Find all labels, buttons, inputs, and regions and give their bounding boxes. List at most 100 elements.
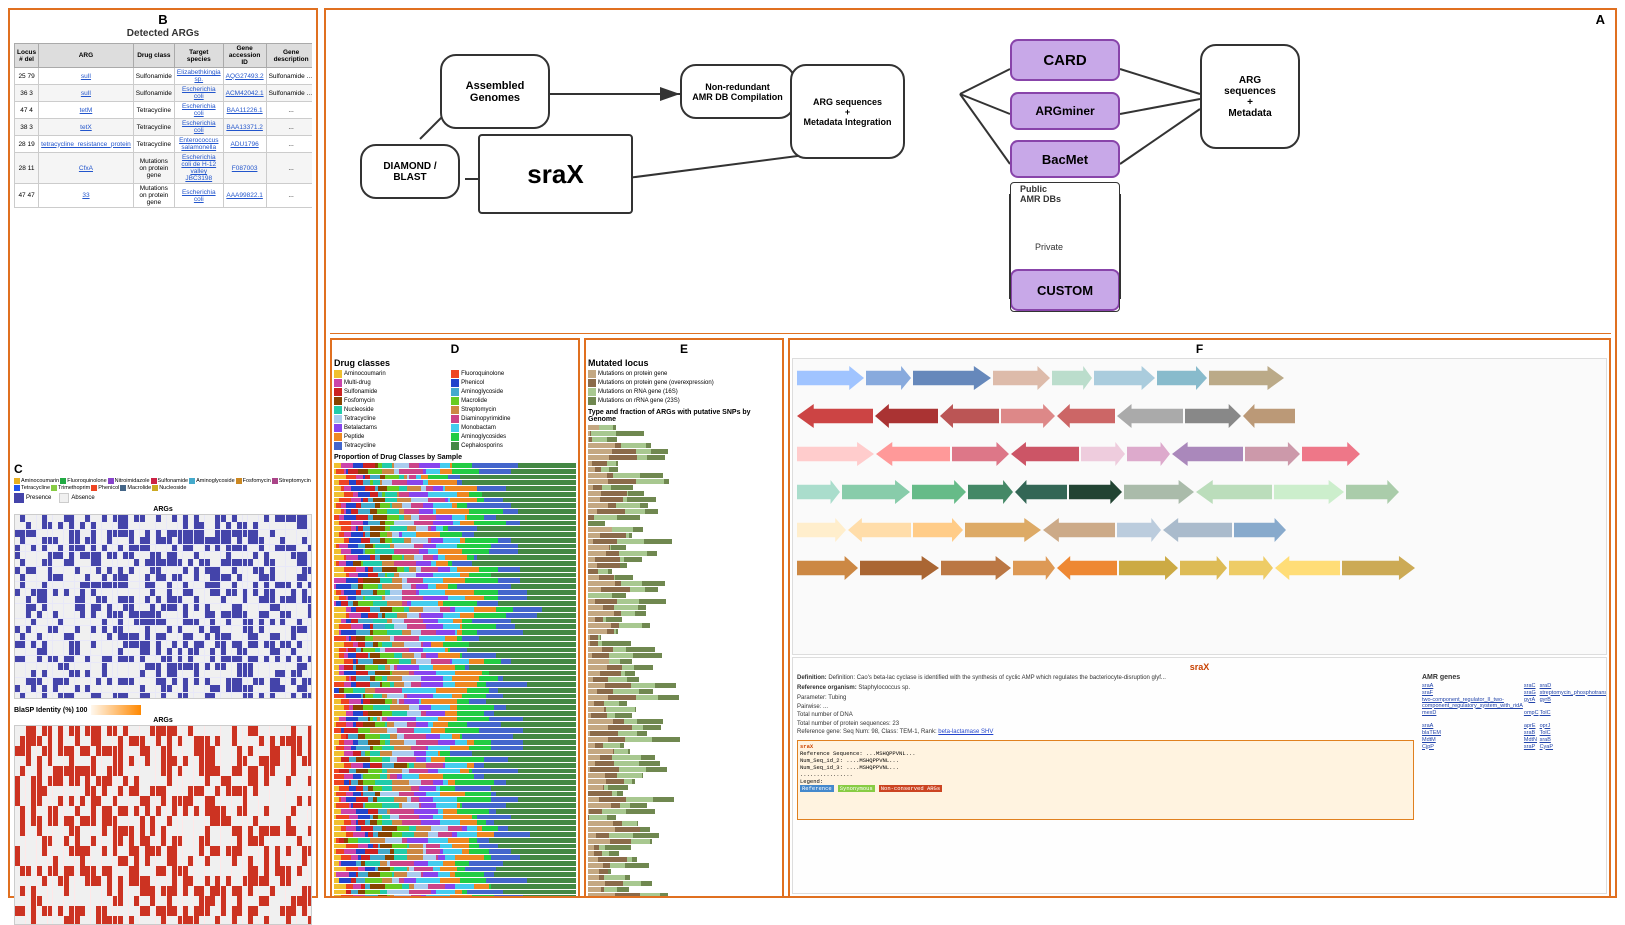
heatmap-cell bbox=[37, 545, 42, 552]
bar-segment bbox=[404, 619, 423, 624]
e-bar-segment bbox=[588, 803, 611, 808]
heatmap-cell bbox=[297, 604, 302, 611]
e-bar-row bbox=[588, 545, 780, 550]
heatmap-cell bbox=[15, 626, 20, 633]
heatmap-cell bbox=[253, 726, 258, 736]
amr-gene-item[interactable]: oprJ bbox=[1540, 723, 1607, 729]
amr-gene-item[interactable]: MdtN bbox=[1524, 737, 1539, 743]
heatmap-cell bbox=[145, 596, 150, 603]
cell-accession[interactable]: BAA13371.2 bbox=[223, 119, 266, 136]
amr-gene-item[interactable]: sraA bbox=[1422, 723, 1523, 729]
heatmap-cell bbox=[42, 619, 47, 626]
heatmap-cell bbox=[150, 611, 155, 618]
amr-gene-item[interactable]: sraB bbox=[1540, 737, 1607, 743]
amr-gene-item[interactable]: MdtM bbox=[1422, 737, 1523, 743]
bar-segment bbox=[433, 665, 455, 670]
amr-gene-item[interactable]: sraF bbox=[1422, 690, 1523, 696]
gene-arrow bbox=[1302, 442, 1360, 466]
heatmap-cell bbox=[118, 796, 123, 806]
amr-gene-item[interactable]: blaTEM bbox=[1422, 730, 1523, 736]
bar-segment bbox=[365, 642, 372, 647]
heatmap-cell bbox=[275, 648, 280, 655]
cell-accession[interactable]: ACM42042.1 bbox=[223, 85, 266, 102]
amr-gene-item[interactable]: sraP bbox=[1524, 744, 1539, 750]
heatmap-cell bbox=[118, 663, 123, 670]
bar-segment bbox=[433, 722, 448, 727]
cell-accession[interactable]: AAA99822.1 bbox=[223, 184, 266, 208]
heatmap-cell bbox=[215, 678, 220, 685]
bar-segment bbox=[474, 532, 576, 537]
amr-gene-item[interactable]: CyaP bbox=[1540, 744, 1607, 750]
amr-gene-item[interactable]: sraC bbox=[1524, 683, 1539, 689]
heatmap-cell bbox=[194, 866, 199, 876]
heatmap-cell bbox=[221, 746, 226, 756]
cell-accession[interactable]: AQG27493.2 bbox=[223, 68, 266, 85]
cell-accession[interactable]: BAA11226.1 bbox=[223, 102, 266, 119]
bar-segment bbox=[421, 682, 443, 687]
heatmap-cell bbox=[80, 746, 85, 756]
amr-gene-item[interactable]: two-component_regulator_II_two-component… bbox=[1422, 697, 1523, 709]
heatmap-cell bbox=[308, 726, 312, 736]
bar-segment bbox=[440, 792, 464, 797]
amr-gene-item[interactable]: sraD bbox=[1540, 683, 1607, 689]
amr-gene-item[interactable]: mexD bbox=[1422, 710, 1523, 722]
amr-gene-item[interactable]: sraB bbox=[1524, 730, 1539, 736]
bar-segment bbox=[344, 659, 354, 664]
heatmap-cell bbox=[280, 663, 285, 670]
heatmap-cell bbox=[248, 836, 253, 846]
heatmap-cell bbox=[210, 846, 215, 856]
heatmap-cell bbox=[172, 589, 177, 596]
heatmap-cell bbox=[270, 886, 275, 896]
heatmap-cell bbox=[75, 796, 80, 806]
heatmap-cell bbox=[270, 537, 275, 544]
heatmap-cell bbox=[167, 886, 172, 896]
amr-gene-item[interactable]: TolC bbox=[1540, 730, 1607, 736]
heatmap-cell bbox=[118, 522, 123, 529]
heatmap-cell bbox=[58, 916, 63, 925]
heatmap-cell bbox=[291, 567, 296, 574]
amr-gene-item[interactable]: gyrA bbox=[1524, 697, 1539, 709]
heatmap-cell bbox=[259, 736, 264, 746]
bar-segment bbox=[423, 503, 433, 508]
heatmap-cell bbox=[215, 663, 220, 670]
heatmap-cell bbox=[237, 567, 242, 574]
e-bar-segment bbox=[636, 695, 658, 700]
heatmap-cell bbox=[188, 596, 193, 603]
bar-segment bbox=[349, 699, 361, 704]
amr-gene-item[interactable]: sraA bbox=[1422, 683, 1523, 689]
heatmap-cell bbox=[308, 746, 312, 756]
heatmap-cell bbox=[42, 515, 47, 522]
amr-gene-item[interactable]: ompC bbox=[1524, 710, 1539, 722]
heatmap-cell bbox=[270, 806, 275, 816]
amr-gene-item[interactable]: aprE bbox=[1524, 723, 1539, 729]
amr-gene-item[interactable]: CjpP bbox=[1422, 744, 1523, 750]
heatmap-cell bbox=[161, 766, 166, 776]
amr-gene-item[interactable]: streptomycin_phosphotransferase bbox=[1540, 690, 1607, 696]
heatmap-cell bbox=[48, 611, 53, 618]
cell-accession[interactable]: ADU1796 bbox=[223, 136, 266, 153]
heatmap-cell bbox=[302, 736, 307, 746]
bar-segment bbox=[513, 607, 542, 612]
cell-desc: ... bbox=[266, 153, 312, 184]
bar-segment bbox=[346, 884, 353, 889]
heatmap-cell bbox=[26, 736, 31, 746]
bar-segment bbox=[508, 757, 576, 762]
heatmap-cell bbox=[64, 559, 69, 566]
heatmap-cell bbox=[113, 648, 118, 655]
heatmap-cell bbox=[286, 611, 291, 618]
amr-gene-item[interactable]: TolC bbox=[1540, 710, 1607, 722]
heatmap-cell bbox=[118, 648, 123, 655]
amr-gene-item[interactable]: sraG bbox=[1524, 690, 1539, 696]
amr-gene-item[interactable]: gyrB bbox=[1540, 697, 1607, 709]
bar-segment bbox=[341, 630, 356, 635]
e-bar-segment bbox=[588, 797, 599, 802]
heatmap-cell bbox=[297, 836, 302, 846]
drug-color bbox=[451, 388, 459, 396]
cell-accession[interactable]: F087003 bbox=[223, 153, 266, 184]
bar-segment bbox=[385, 884, 402, 889]
heatmap-cell bbox=[221, 816, 226, 826]
e-bar-row bbox=[588, 551, 780, 556]
heatmap-cell bbox=[199, 619, 204, 626]
heatmap-cell bbox=[69, 816, 74, 826]
heatmap-cell bbox=[178, 896, 183, 906]
